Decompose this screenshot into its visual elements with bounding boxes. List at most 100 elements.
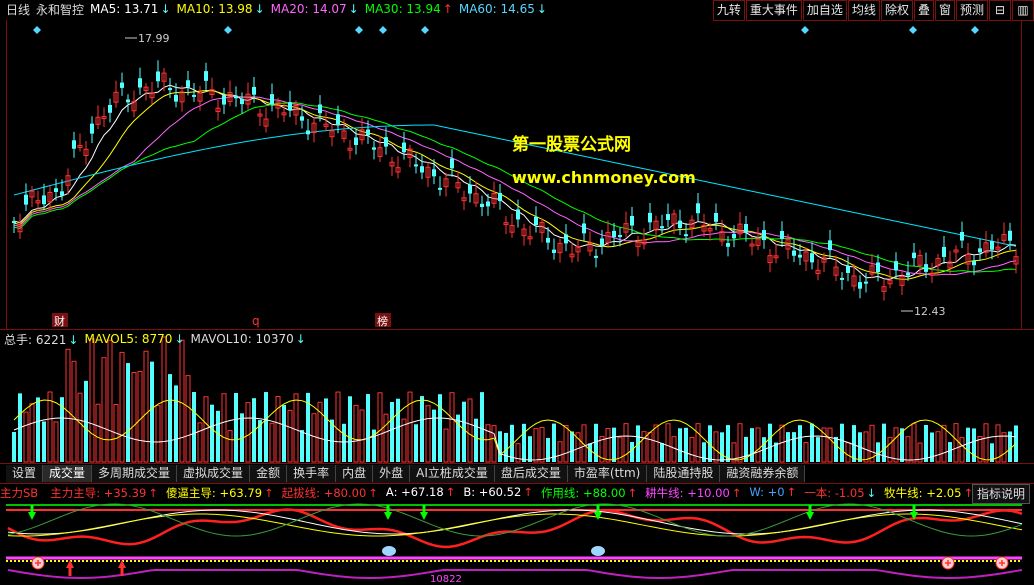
candle-body [942,246,946,257]
tab-after-hours[interactable]: 盘后成交量 [495,465,568,482]
low-label-text: 12.43 [914,305,946,318]
stock-name: 永和智控 [36,2,85,17]
layout-icon[interactable]: ▥ [1012,0,1034,21]
marker-bang[interactable]: 榜 [375,313,391,328]
tab-inner[interactable]: 内盘 [336,465,374,482]
top-toolbar: 九转 重大事件 加自选 均线 除权 叠 窗 预测 ⊟ ▥ [712,0,1034,21]
volume-bar [702,442,706,462]
tab-ai-volume[interactable]: AI立桩成交量 [410,465,495,482]
volume-bar [324,398,328,462]
candle-body [168,88,172,91]
tab-pe-ttm[interactable]: 市盈率(ttm) [568,465,648,482]
volume-bar [282,405,286,462]
tab-volume[interactable]: 成交量 [43,465,93,482]
ma5-label: MA5: 13.71 ↓ [90,2,171,16]
candle-body [1008,230,1012,241]
candle-body [222,95,226,105]
volume-bar [438,394,442,462]
candle-body [600,238,604,246]
mavol5-label: MAVOL5: 8770 ↓ [84,332,185,346]
signal-blob-icon [591,546,605,556]
indicator-name: 主力SB [0,486,39,500]
candle-body [54,188,58,192]
volume-bar [420,396,424,462]
indicator-item: A: +67.18 ↑ [385,485,456,499]
tab-settings[interactable]: 设置 [6,465,44,482]
candle-body [648,212,652,223]
ex-rights-button[interactable]: 除权 [880,0,913,21]
volume-bar [150,361,154,462]
candle-body [420,166,424,173]
lock-icon[interactable]: ⊟ [989,0,1011,21]
tab-multi-period-volume[interactable]: 多周期成交量 [92,465,178,482]
volume-bar [414,424,418,462]
mavol10-label: MAVOL10: 10370 ↓ [190,332,306,346]
volume-bar [342,423,346,462]
candle-body [366,129,370,136]
candle-body [810,253,814,263]
indicator-explain-button[interactable]: 指标说明 [971,484,1030,504]
candle-body [912,252,916,259]
volume-bar [522,423,526,462]
volume-bar [726,425,730,462]
candle-body [744,224,748,233]
candle-body [840,277,844,280]
candle-body [12,221,16,223]
volume-bar [432,409,436,462]
candle-body [438,187,442,190]
indicator-bottom-value: 10822 [430,574,462,585]
indicator-values: 主力主导: +35.39 ↑ 傻逼主导: +63.79 ↑ 起拔线: +80.00 ↑ A:… [42,485,973,501]
period-label[interactable]: 日线 [6,1,30,18]
ma60-label: MA60: 14.65 ↓ [458,2,547,16]
indicator-item: 傻逼主导: +63.79 ↑ [165,486,274,500]
volume-bar [678,428,682,462]
tab-amount[interactable]: 金额 [250,465,288,482]
indicator-item: W: +0 ↑ [749,485,797,499]
svg-text:财: 财 [54,314,65,328]
add-watchlist-button[interactable]: 加自选 [802,0,847,21]
tab-virtual-volume[interactable]: 虚拟成交量 [177,465,251,482]
volume-bar [300,430,304,462]
price-legend: 日线 永和智控 MA5: 13.71 ↓ MA10: 13.98 ↓ MA20: 1… [0,0,547,18]
watermark-cn: 第一股票公式网 [512,134,631,155]
candle-body [792,250,796,256]
tab-turnover[interactable]: 换手率 [287,465,337,482]
candle-body [72,140,76,149]
tab-outer[interactable]: 外盘 [373,465,411,482]
candle-body [546,237,550,243]
candle-body [204,71,208,81]
candle-body [630,215,634,226]
jiuzhuan-button[interactable]: 九转 [712,0,745,21]
marker-cai[interactable]: 财 [52,313,68,328]
volume-bar [852,425,856,462]
volume-bar [126,363,130,462]
marker-q[interactable]: q [252,314,260,328]
volume-bar [504,432,508,462]
candle-body [300,116,304,121]
volume-bar [792,432,796,462]
candle-body [564,234,568,244]
volume-bar [462,401,466,462]
candle-body [186,80,190,87]
ma-button[interactable]: 均线 [847,0,880,21]
volume-bar [36,397,40,462]
major-events-button[interactable]: 重大事件 [745,0,802,21]
candle-body [906,272,910,276]
volume-bar [966,427,970,462]
overlay-button[interactable]: 叠 [913,0,934,21]
indicator-item: 作用线: +88.00 ↑ [540,486,638,500]
candle-body [156,71,160,82]
window-button[interactable]: 窗 [934,0,955,21]
volume-bar [498,431,502,462]
tab-margin[interactable]: 融资融券余额 [720,465,806,482]
candle-body [384,137,388,147]
candle-body [846,266,850,273]
tab-northbound[interactable]: 陆股通持股 [647,465,721,482]
volume-bar [366,394,370,462]
indicator-item: 耕牛线: +10.00 ↑ [645,486,742,500]
forecast-button[interactable]: 预测 [955,0,988,21]
candle-body [288,102,292,111]
total-volume: 总手: 6221 ↓ [4,332,79,347]
volume-bar [594,423,598,462]
candle-body [594,255,598,258]
